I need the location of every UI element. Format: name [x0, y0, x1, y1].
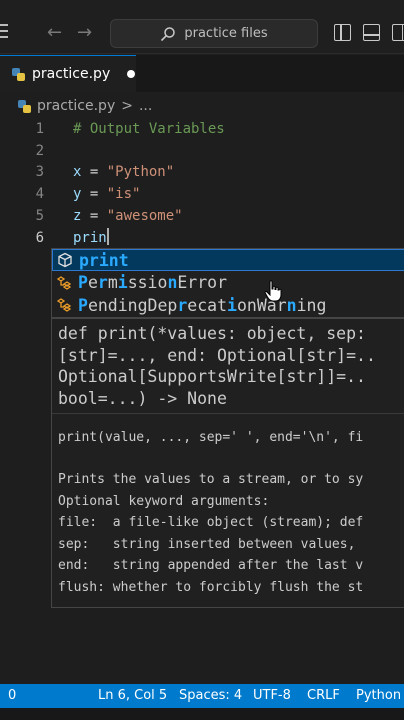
- label-text: ing: [296, 295, 327, 315]
- signature-line: def print(*values: object, sep:: [58, 324, 366, 343]
- status-problems[interactable]: 0: [8, 688, 16, 703]
- doc-line: end: string appended after the last v: [58, 558, 364, 574]
- match-highlight: n: [286, 295, 297, 315]
- function-cube-icon: [58, 252, 72, 268]
- code-token: "awesome": [106, 207, 183, 224]
- line-number: 3: [35, 164, 44, 181]
- match-highlight: P: [78, 295, 88, 315]
- suggestion-label: PendingDeprecationWarning: [78, 296, 326, 315]
- line-number: 4: [35, 186, 44, 203]
- code-text[interactable]: y = "is": [73, 183, 140, 205]
- code-line[interactable]: 6 prin: [0, 227, 404, 249]
- code-text[interactable]: prin: [73, 227, 109, 249]
- code-token: "Python": [106, 164, 175, 181]
- menu-icon[interactable]: [0, 24, 10, 40]
- signature-line: Optional[SupportsWrite[str]]=..: [58, 367, 366, 386]
- code-line[interactable]: 3 x = "Python": [0, 161, 404, 183]
- code-token: "is": [106, 186, 141, 203]
- unsaved-dot-icon[interactable]: [127, 70, 136, 78]
- code-line[interactable]: 2: [0, 140, 404, 162]
- window-bottom-edge: [0, 708, 404, 720]
- status-language[interactable]: Python: [356, 688, 401, 703]
- python-file-icon: [12, 67, 25, 81]
- match-highlight: r: [177, 295, 188, 315]
- line-number: 6: [35, 229, 44, 246]
- label-text: endingDep: [87, 295, 178, 315]
- code-text[interactable]: x = "Python": [73, 161, 174, 183]
- tab-practice-py[interactable]: practice.py: [0, 55, 136, 92]
- python-file-icon: [18, 99, 31, 113]
- line-number: 1: [35, 121, 44, 137]
- suggestion-item[interactable]: PermissionError: [52, 272, 404, 294]
- code-line[interactable]: 1 # Output Variables: [0, 118, 404, 140]
- suggestion-details: def print(*values: object, sep: [str]=...…: [51, 318, 404, 608]
- function-signature: def print(*values: object, sep: [str]=...…: [58, 323, 376, 409]
- label-text: Error: [177, 273, 228, 292]
- match-highlight: print: [79, 250, 129, 270]
- text-cursor: [106, 227, 109, 245]
- tab-label: practice.py: [32, 66, 111, 82]
- breadcrumb-file[interactable]: practice.py: [37, 98, 115, 114]
- match-highlight: P: [78, 273, 88, 292]
- suggestion-item[interactable]: PendingDeprecationWarning: [52, 294, 404, 316]
- hand-pointer-icon: [264, 280, 282, 302]
- breadcrumb-separator: >: [121, 98, 133, 114]
- code-line[interactable]: 5 z = "awesome": [0, 205, 404, 227]
- match-highlight: n: [167, 273, 178, 292]
- toggle-secondary-sidebar-icon[interactable]: [392, 24, 404, 41]
- toggle-panel-icon[interactable]: [363, 24, 380, 41]
- doc-line: file: a file-like object (stream); def: [58, 515, 364, 531]
- signature-line: bool=...) -> None: [58, 388, 227, 408]
- search-icon: [161, 26, 176, 41]
- status-bar: 0 Ln 6, Col 5 Spaces: 4 UTF-8 CRLF Pytho…: [0, 684, 404, 708]
- match-highlight: i: [117, 273, 128, 292]
- command-center-search[interactable]: practice files: [110, 19, 318, 48]
- status-indentation[interactable]: Spaces: 4: [179, 688, 242, 703]
- label-text: e: [87, 273, 98, 292]
- toggle-primary-sidebar-icon[interactable]: [334, 24, 351, 41]
- code-token: =: [81, 207, 107, 224]
- suggestion-list: print PermissionError PendingDeprecationWa…: [51, 248, 404, 318]
- status-encoding[interactable]: UTF-8: [253, 688, 291, 703]
- details-divider: [52, 413, 404, 414]
- doc-line: sep: string inserted between values,: [58, 536, 364, 552]
- doc-line: Prints the values to a stream, or to sy: [58, 472, 364, 487]
- label-text: m: [107, 273, 118, 292]
- doc-line: flush: whether to forcibly flush the st: [58, 579, 364, 595]
- doc-line: Optional keyword arguments:: [58, 493, 270, 509]
- code-token: =: [81, 186, 107, 203]
- label-text: ssio: [127, 273, 168, 292]
- match-highlight: i: [227, 295, 237, 315]
- code-token: # Output Variables: [73, 121, 225, 137]
- line-number: 2: [35, 142, 44, 159]
- tab-bar: practice.py: [0, 55, 404, 92]
- search-text: practice files: [184, 26, 268, 41]
- title-bar: ← → practice files: [0, 0, 404, 54]
- class-icon: [56, 298, 72, 312]
- suggestion-label: print: [79, 251, 129, 270]
- match-highlight: r: [97, 273, 108, 292]
- doc-text: Prints the values to a stream, or to sy O…: [58, 469, 363, 599]
- class-icon: [56, 275, 72, 290]
- breadcrumb-more[interactable]: ...: [139, 98, 152, 114]
- breadcrumb: practice.py > ...: [18, 96, 152, 116]
- label-text: ecat: [187, 295, 228, 315]
- suggestion-label: PermissionError: [78, 273, 227, 292]
- code-line[interactable]: 4 y = "is": [0, 183, 404, 205]
- code-text[interactable]: # Output Variables: [73, 118, 225, 140]
- line-number: 5: [35, 207, 44, 224]
- usage-line: print(value, ..., sep=' ', end='\n', fi: [58, 430, 364, 445]
- status-eol[interactable]: CRLF: [307, 688, 340, 703]
- suggestion-item[interactable]: print: [52, 249, 404, 271]
- code-token: =: [81, 164, 107, 181]
- status-cursor-position[interactable]: Ln 6, Col 5: [98, 688, 167, 703]
- signature-line: [str]=..., end: Optional[str]=..: [58, 345, 376, 365]
- code-token: prin: [73, 229, 107, 246]
- forward-arrow-icon[interactable]: →: [77, 22, 92, 43]
- code-text[interactable]: z = "awesome": [73, 205, 183, 227]
- back-arrow-icon[interactable]: ←: [47, 22, 62, 43]
